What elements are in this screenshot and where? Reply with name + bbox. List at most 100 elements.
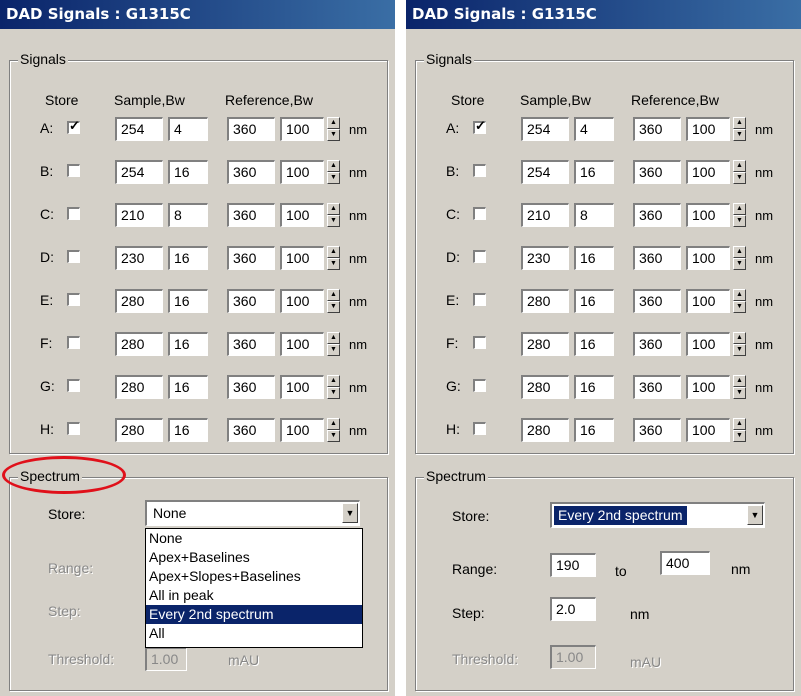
signal-store-checkbox[interactable] [473, 422, 486, 435]
signal-store-checkbox[interactable] [473, 207, 486, 220]
spin-down-icon[interactable]: ▼ [327, 215, 340, 227]
spin-up-icon[interactable]: ▲ [733, 332, 746, 344]
reference-bandwidth-field[interactable]: 100 [686, 117, 730, 141]
reference-bandwidth-field[interactable]: 100 [280, 160, 324, 184]
spin-down-icon[interactable]: ▼ [327, 129, 340, 141]
sample-wavelength-field[interactable]: 280 [521, 289, 569, 313]
spin-updown-icon[interactable]: ▲ ▼ [733, 289, 746, 313]
range-from-field[interactable]: 190 [550, 553, 596, 577]
sample-bandwidth-field[interactable]: 8 [168, 203, 208, 227]
sample-wavelength-field[interactable]: 210 [521, 203, 569, 227]
spectrum-store-select[interactable]: Every 2nd spectrum ▼ [550, 502, 765, 528]
spin-down-icon[interactable]: ▼ [327, 172, 340, 184]
reference-bandwidth-field[interactable]: 100 [280, 203, 324, 227]
signal-store-checkbox[interactable] [473, 379, 486, 392]
spin-down-icon[interactable]: ▼ [327, 387, 340, 399]
sample-bandwidth-field[interactable]: 16 [168, 289, 208, 313]
spin-updown-icon[interactable]: ▲ ▼ [327, 246, 340, 270]
spin-down-icon[interactable]: ▼ [733, 301, 746, 313]
sample-wavelength-field[interactable]: 280 [115, 289, 163, 313]
spin-updown-icon[interactable]: ▲ ▼ [327, 117, 340, 141]
signal-store-checkbox[interactable] [473, 164, 486, 177]
spin-updown-icon[interactable]: ▲ ▼ [733, 418, 746, 442]
sample-bandwidth-field[interactable]: 16 [168, 160, 208, 184]
spin-up-icon[interactable]: ▲ [327, 332, 340, 344]
sample-bandwidth-field[interactable]: 16 [168, 246, 208, 270]
reference-bandwidth-field[interactable]: 100 [280, 375, 324, 399]
sample-bandwidth-field[interactable]: 8 [574, 203, 614, 227]
signal-store-checkbox[interactable] [67, 207, 80, 220]
dropdown-option[interactable]: None [146, 529, 362, 548]
spin-updown-icon[interactable]: ▲ ▼ [327, 203, 340, 227]
reference-wavelength-field[interactable]: 360 [633, 289, 681, 313]
sample-bandwidth-field[interactable]: 16 [574, 375, 614, 399]
spin-updown-icon[interactable]: ▲ ▼ [327, 418, 340, 442]
reference-wavelength-field[interactable]: 360 [227, 246, 275, 270]
spin-updown-icon[interactable]: ▲ ▼ [327, 375, 340, 399]
reference-wavelength-field[interactable]: 360 [633, 160, 681, 184]
spin-up-icon[interactable]: ▲ [733, 246, 746, 258]
reference-wavelength-field[interactable]: 360 [227, 375, 275, 399]
reference-bandwidth-field[interactable]: 100 [280, 289, 324, 313]
reference-bandwidth-field[interactable]: 100 [686, 375, 730, 399]
reference-bandwidth-field[interactable]: 100 [280, 117, 324, 141]
sample-wavelength-field[interactable]: 280 [521, 375, 569, 399]
title-bar[interactable]: DAD Signals : G1315C [406, 0, 801, 29]
sample-bandwidth-field[interactable]: 16 [574, 332, 614, 356]
spectrum-store-dropdown[interactable]: None Apex+Baselines Apex+Slopes+Baselines A… [145, 528, 363, 648]
spin-up-icon[interactable]: ▲ [327, 160, 340, 172]
sample-bandwidth-field[interactable]: 16 [168, 375, 208, 399]
spin-down-icon[interactable]: ▼ [327, 258, 340, 270]
range-to-field[interactable]: 400 [660, 551, 710, 575]
spin-up-icon[interactable]: ▲ [733, 117, 746, 129]
spin-up-icon[interactable]: ▲ [733, 375, 746, 387]
spin-up-icon[interactable]: ▲ [733, 203, 746, 215]
spin-down-icon[interactable]: ▼ [733, 387, 746, 399]
reference-wavelength-field[interactable]: 360 [227, 289, 275, 313]
dropdown-option[interactable]: Apex+Slopes+Baselines [146, 567, 362, 586]
sample-bandwidth-field[interactable]: 4 [168, 117, 208, 141]
reference-wavelength-field[interactable]: 360 [633, 418, 681, 442]
sample-wavelength-field[interactable]: 254 [115, 160, 163, 184]
spin-updown-icon[interactable]: ▲ ▼ [327, 289, 340, 313]
title-bar[interactable]: DAD Signals : G1315C [0, 0, 395, 29]
spin-updown-icon[interactable]: ▲ ▼ [733, 332, 746, 356]
dropdown-option[interactable]: Every 2nd spectrum [146, 605, 362, 624]
signal-store-checkbox[interactable] [67, 164, 80, 177]
reference-bandwidth-field[interactable]: 100 [686, 160, 730, 184]
signal-store-checkbox[interactable] [473, 336, 486, 349]
signal-store-checkbox[interactable]: ✓ [67, 119, 80, 134]
sample-wavelength-field[interactable]: 280 [521, 418, 569, 442]
sample-wavelength-field[interactable]: 280 [521, 332, 569, 356]
spin-up-icon[interactable]: ▲ [733, 160, 746, 172]
sample-bandwidth-field[interactable]: 4 [574, 117, 614, 141]
signal-store-checkbox[interactable] [473, 250, 486, 263]
spin-up-icon[interactable]: ▲ [327, 375, 340, 387]
reference-wavelength-field[interactable]: 360 [227, 418, 275, 442]
reference-bandwidth-field[interactable]: 100 [280, 418, 324, 442]
reference-bandwidth-field[interactable]: 100 [686, 246, 730, 270]
sample-bandwidth-field[interactable]: 16 [574, 289, 614, 313]
spin-up-icon[interactable]: ▲ [327, 117, 340, 129]
spin-down-icon[interactable]: ▼ [733, 430, 746, 442]
signal-store-checkbox[interactable] [473, 293, 486, 306]
sample-wavelength-field[interactable]: 254 [115, 117, 163, 141]
spin-up-icon[interactable]: ▲ [733, 418, 746, 430]
spin-down-icon[interactable]: ▼ [733, 258, 746, 270]
reference-wavelength-field[interactable]: 360 [633, 203, 681, 227]
spin-up-icon[interactable]: ▲ [733, 289, 746, 301]
chevron-down-icon[interactable]: ▼ [747, 505, 763, 525]
chevron-down-icon[interactable]: ▼ [342, 503, 358, 523]
sample-bandwidth-field[interactable]: 16 [168, 332, 208, 356]
spin-up-icon[interactable]: ▲ [327, 203, 340, 215]
spin-updown-icon[interactable]: ▲ ▼ [327, 332, 340, 356]
dropdown-option[interactable]: All [146, 624, 362, 643]
reference-wavelength-field[interactable]: 360 [633, 375, 681, 399]
sample-wavelength-field[interactable]: 210 [115, 203, 163, 227]
signal-store-checkbox[interactable] [67, 293, 80, 306]
reference-wavelength-field[interactable]: 360 [633, 117, 681, 141]
spin-updown-icon[interactable]: ▲ ▼ [733, 375, 746, 399]
sample-wavelength-field[interactable]: 230 [521, 246, 569, 270]
sample-bandwidth-field[interactable]: 16 [574, 246, 614, 270]
spin-updown-icon[interactable]: ▲ ▼ [733, 160, 746, 184]
